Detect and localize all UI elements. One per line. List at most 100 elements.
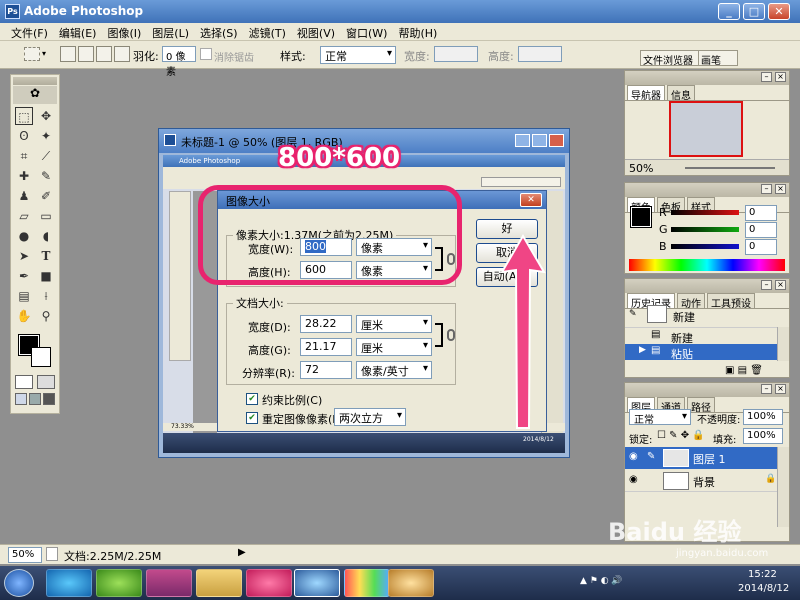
history-footer-icons[interactable]: ▣ ▤ 🗑 — [725, 365, 763, 376]
menu-filter[interactable]: 滤镜(T) — [244, 23, 292, 40]
layers-collapse-button[interactable]: – — [761, 384, 772, 394]
tab-tool-presets[interactable]: 工具预设 — [707, 293, 755, 310]
opacity-input[interactable]: 100% — [743, 409, 783, 425]
navigator-collapse-button[interactable]: – — [761, 72, 772, 82]
history-scrollbar[interactable] — [777, 327, 789, 361]
fill-input[interactable]: 100% — [743, 428, 783, 444]
menu-file[interactable]: 文件(F) — [6, 23, 54, 40]
winrar-icon[interactable] — [146, 569, 192, 597]
gradient-tool-icon[interactable]: ▭ — [37, 207, 55, 225]
360-browser-icon[interactable] — [96, 569, 142, 597]
healing-brush-icon[interactable]: ✚ — [15, 167, 33, 185]
doc-minimize-button[interactable] — [515, 134, 530, 147]
tab-actions[interactable]: 动作 — [677, 293, 705, 310]
close-button[interactable]: ✕ — [768, 3, 790, 20]
doc-width-input[interactable]: 28.22 — [300, 315, 352, 333]
history-close-button[interactable]: × — [775, 280, 786, 290]
paint-app-icon[interactable] — [388, 569, 434, 597]
add-selection-icon[interactable] — [78, 46, 94, 62]
tray-icons[interactable]: ▲ ⚑ ◐ 🔊 — [580, 576, 623, 586]
menu-edit[interactable]: 编辑(E) — [54, 23, 103, 40]
resolution-input[interactable]: 72 — [300, 361, 352, 379]
history-snapshot-label[interactable]: 新建 — [673, 309, 695, 325]
constrain-proportions-checkbox[interactable]: ✔ — [246, 393, 258, 405]
feather-input[interactable]: 0 像素 — [162, 46, 196, 78]
tab-paths[interactable]: 路径 — [687, 397, 715, 414]
history-collapse-button[interactable]: – — [761, 280, 772, 290]
resolution-unit-select[interactable]: 像素/英寸 — [356, 361, 432, 379]
layers-scrollbar[interactable] — [777, 447, 789, 527]
channel-r-slider[interactable] — [671, 210, 739, 215]
color-close-button[interactable]: × — [775, 184, 786, 194]
navigator-zoom-slider[interactable] — [685, 167, 775, 169]
doc-close-button[interactable] — [549, 134, 564, 147]
brush-link-icon[interactable]: ✎ — [647, 451, 655, 462]
menu-window[interactable]: 窗口(W) — [341, 23, 393, 40]
channel-r-input[interactable]: 0 — [745, 205, 777, 221]
width-input[interactable] — [434, 46, 478, 62]
adobe-online-icon[interactable]: ✿ — [13, 86, 57, 104]
start-button-icon[interactable] — [4, 569, 34, 597]
folder-icon[interactable] — [196, 569, 242, 597]
minimize-button[interactable]: _ — [718, 3, 740, 20]
color-spectrum-bar[interactable] — [629, 259, 785, 271]
color-fg-swatch[interactable] — [630, 206, 652, 228]
style-select[interactable]: 正常 — [320, 46, 396, 64]
status-zoom[interactable]: 50% — [8, 547, 42, 563]
channel-g-input[interactable]: 0 — [745, 222, 777, 238]
clone-stamp-icon[interactable]: ♟ — [15, 187, 33, 205]
new-selection-icon[interactable] — [60, 46, 76, 62]
layer-row[interactable]: ◉ ✎ 图层 1 — [625, 447, 777, 469]
channel-b-slider[interactable] — [671, 244, 739, 249]
maximize-button[interactable]: □ — [743, 3, 765, 20]
color-collapse-button[interactable]: – — [761, 184, 772, 194]
menu-layer[interactable]: 图层(L) — [147, 23, 195, 40]
photoshop-task-icon[interactable] — [294, 569, 340, 597]
ie-icon[interactable] — [46, 569, 92, 597]
dodge-tool-icon[interactable]: ◖ — [37, 227, 55, 245]
resample-method-select[interactable]: 两次立方 — [334, 408, 406, 426]
pen-tool-icon[interactable]: ✒ — [15, 267, 33, 285]
shape-tool-icon[interactable]: ■ — [37, 267, 55, 285]
menu-select[interactable]: 选择(S) — [195, 23, 244, 40]
snapshot-thumbnail[interactable] — [647, 305, 667, 323]
path-select-icon[interactable]: ➤ — [15, 247, 33, 265]
marquee-tool-preset-icon[interactable] — [24, 47, 40, 61]
menu-help[interactable]: 帮助(H) — [393, 23, 443, 40]
brush-tool-icon[interactable]: ✎ — [37, 167, 55, 185]
layer-row[interactable]: ◉ 背景 🔒 — [625, 470, 777, 492]
height-input[interactable] — [518, 46, 562, 62]
slice-tool-icon[interactable]: ⟋ — [37, 147, 55, 165]
color-app-icon[interactable] — [344, 569, 390, 597]
resample-checkbox[interactable]: ✔ — [246, 412, 258, 424]
tab-info[interactable]: 信息 — [667, 85, 695, 102]
status-menu-arrow-icon[interactable]: ▶ — [238, 547, 246, 558]
marquee-tool-icon[interactable]: ⬚ — [15, 107, 33, 125]
eye-icon[interactable]: ◉ — [629, 474, 638, 485]
blur-tool-icon[interactable]: ● — [15, 227, 33, 245]
layers-close-button[interactable]: × — [775, 384, 786, 394]
subtract-selection-icon[interactable] — [96, 46, 112, 62]
intersect-selection-icon[interactable] — [114, 46, 130, 62]
move-tool-icon[interactable]: ✥ — [37, 107, 55, 125]
tab-navigator[interactable]: 导航器 — [627, 85, 665, 102]
menu-image[interactable]: 图像(I) — [102, 23, 147, 40]
navigator-thumbnail[interactable] — [669, 101, 743, 157]
dialog-close-icon[interactable]: ✕ — [520, 193, 542, 207]
zoom-tool-icon[interactable]: ⚲ — [37, 307, 55, 325]
heart-app-icon[interactable] — [246, 569, 292, 597]
menu-view[interactable]: 视图(V) — [292, 23, 341, 40]
chevron-down-icon[interactable]: ▾ — [42, 49, 46, 58]
channel-g-slider[interactable] — [671, 227, 739, 232]
screen-mode-standard-icon[interactable] — [15, 393, 27, 405]
doc-maximize-button[interactable] — [532, 134, 547, 147]
blend-mode-select[interactable]: 正常 — [629, 409, 691, 426]
background-color-swatch[interactable] — [31, 347, 51, 367]
magic-wand-icon[interactable]: ✦ — [37, 127, 55, 145]
antialias-checkbox[interactable] — [200, 48, 212, 60]
channel-b-input[interactable]: 0 — [745, 239, 777, 255]
doc-height-input[interactable]: 21.17 — [300, 338, 352, 356]
tab-brushes[interactable]: 画笔 — [698, 50, 738, 67]
history-item[interactable]: ▤ 新建 — [625, 327, 777, 345]
notes-tool-icon[interactable]: ▤ — [15, 287, 33, 305]
